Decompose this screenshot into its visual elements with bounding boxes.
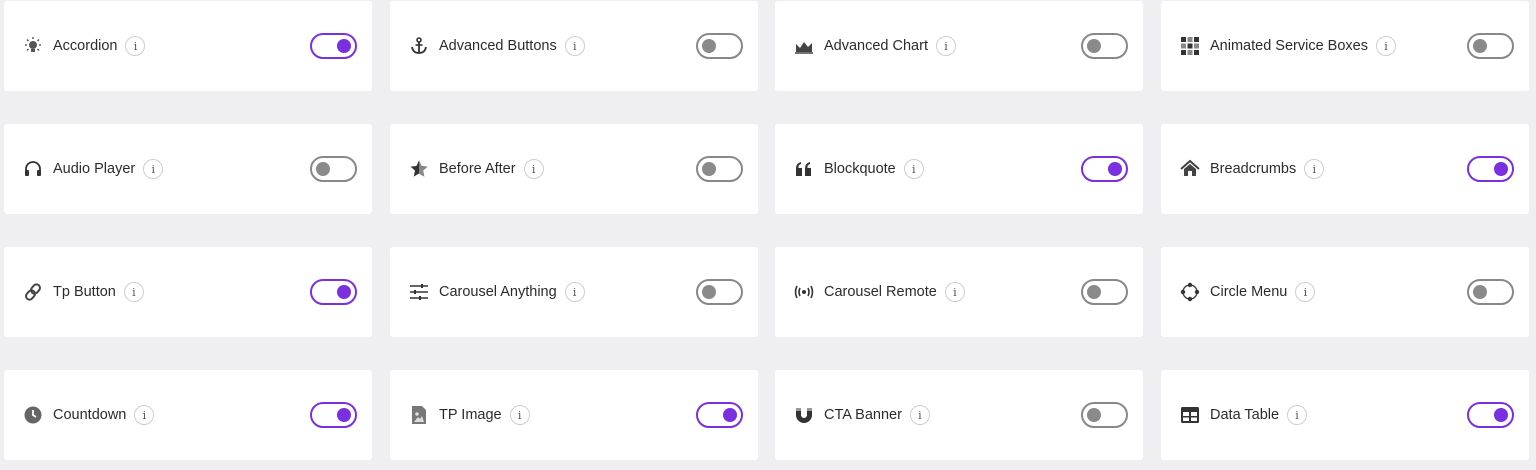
toggle-switch[interactable]: [310, 402, 357, 428]
headphones-icon: [22, 158, 44, 180]
widget-label: Data Table: [1210, 407, 1280, 423]
toggle-knob: [1108, 162, 1122, 176]
widget-card-blockquote: Blockquote i: [775, 124, 1143, 214]
widget-card-tp-image: TP Image i: [390, 370, 758, 460]
toggle-knob: [1473, 285, 1487, 299]
toggle-knob: [1494, 162, 1508, 176]
info-icon[interactable]: i: [944, 282, 965, 302]
table-icon: [1179, 404, 1201, 426]
sliders-icon: [408, 281, 430, 303]
info-icon[interactable]: i: [1295, 282, 1316, 302]
widget-card-advanced-buttons: Advanced Buttons i: [390, 1, 758, 91]
toggle-switch[interactable]: [1467, 279, 1514, 305]
widget-label: Countdown: [53, 407, 127, 423]
toggle-switch[interactable]: [1081, 402, 1128, 428]
info-icon[interactable]: i: [134, 405, 155, 425]
widget-card-carousel-anything: Carousel Anything i: [390, 247, 758, 337]
toggle-knob: [1087, 39, 1101, 53]
toggle-knob: [337, 39, 351, 53]
quote-icon: [793, 158, 815, 180]
widget-label: CTA Banner: [824, 407, 902, 423]
widget-label: Carousel Anything: [439, 284, 557, 300]
toggle-switch[interactable]: [696, 156, 743, 182]
widget-label: Carousel Remote: [824, 284, 937, 300]
widget-card-carousel-remote: Carousel Remote i: [775, 247, 1143, 337]
home-icon: [1179, 158, 1201, 180]
grid-boxes-icon: [1179, 35, 1201, 57]
info-icon[interactable]: i: [143, 159, 164, 179]
toggle-switch[interactable]: [1081, 156, 1128, 182]
widget-card-advanced-chart: Advanced Chart i: [775, 1, 1143, 91]
toggle-switch[interactable]: [310, 156, 357, 182]
toggle-knob: [723, 408, 737, 422]
widget-card-breadcrumbs: Breadcrumbs i: [1161, 124, 1529, 214]
info-icon[interactable]: i: [509, 405, 530, 425]
toggle-knob: [702, 162, 716, 176]
widget-card-animated-service-boxes: Animated Service Boxes i: [1161, 1, 1529, 91]
info-icon[interactable]: i: [1375, 36, 1396, 56]
toggle-knob: [1494, 408, 1508, 422]
toggle-switch[interactable]: [310, 33, 357, 59]
widget-card-circle-menu: Circle Menu i: [1161, 247, 1529, 337]
info-icon[interactable]: i: [909, 405, 930, 425]
anchor-icon: [408, 35, 430, 57]
info-icon[interactable]: i: [1287, 405, 1308, 425]
widget-card-tp-button: Tp Button i: [4, 247, 372, 337]
toggle-knob: [1087, 408, 1101, 422]
magnet-icon: [793, 404, 815, 426]
toggle-knob: [316, 162, 330, 176]
toggle-switch[interactable]: [1081, 33, 1128, 59]
info-icon[interactable]: i: [935, 36, 956, 56]
info-icon[interactable]: i: [1304, 159, 1325, 179]
widget-label: Audio Player: [53, 161, 136, 177]
toggle-knob: [337, 408, 351, 422]
widget-card-audio-player: Audio Player i: [4, 124, 372, 214]
toggle-switch[interactable]: [1467, 402, 1514, 428]
toggle-knob: [337, 285, 351, 299]
info-icon[interactable]: i: [564, 282, 585, 302]
image-icon: [408, 404, 430, 426]
widget-card-accordion: Accordion i: [4, 1, 372, 91]
toggle-switch[interactable]: [1467, 33, 1514, 59]
info-icon[interactable]: i: [123, 282, 144, 302]
widget-label: Blockquote: [824, 161, 896, 177]
toggle-switch[interactable]: [696, 402, 743, 428]
widget-card-data-table: Data Table i: [1161, 370, 1529, 460]
widget-label: Accordion: [53, 38, 118, 54]
toggle-switch[interactable]: [1081, 279, 1128, 305]
widget-label: TP Image: [439, 407, 502, 423]
widget-label: Circle Menu: [1210, 284, 1288, 300]
clock-icon: [22, 404, 44, 426]
info-icon[interactable]: i: [564, 36, 585, 56]
circle-menu-icon: [1179, 281, 1201, 303]
widget-label: Advanced Buttons: [439, 38, 557, 54]
widget-label: Tp Button: [53, 284, 116, 300]
broadcast-icon: [793, 281, 815, 303]
half-star-icon: [408, 158, 430, 180]
toggle-knob: [702, 39, 716, 53]
toggle-knob: [1473, 39, 1487, 53]
widget-label: Breadcrumbs: [1210, 161, 1297, 177]
toggle-switch[interactable]: [310, 279, 357, 305]
widget-label: Before After: [439, 161, 516, 177]
link-icon: [22, 281, 44, 303]
info-icon[interactable]: i: [125, 36, 146, 56]
area-chart-icon: [793, 35, 815, 57]
widget-card-before-after: Before After i: [390, 124, 758, 214]
widget-label: Animated Service Boxes: [1210, 38, 1368, 54]
info-icon[interactable]: i: [523, 159, 544, 179]
lightbulb-icon: [22, 35, 44, 57]
toggle-knob: [702, 285, 716, 299]
info-icon[interactable]: i: [903, 159, 924, 179]
widget-card-cta-banner: CTA Banner i: [775, 370, 1143, 460]
widget-card-countdown: Countdown i: [4, 370, 372, 460]
toggle-knob: [1087, 285, 1101, 299]
toggle-switch[interactable]: [696, 33, 743, 59]
toggle-switch[interactable]: [1467, 156, 1514, 182]
toggle-switch[interactable]: [696, 279, 743, 305]
widget-label: Advanced Chart: [824, 38, 928, 54]
